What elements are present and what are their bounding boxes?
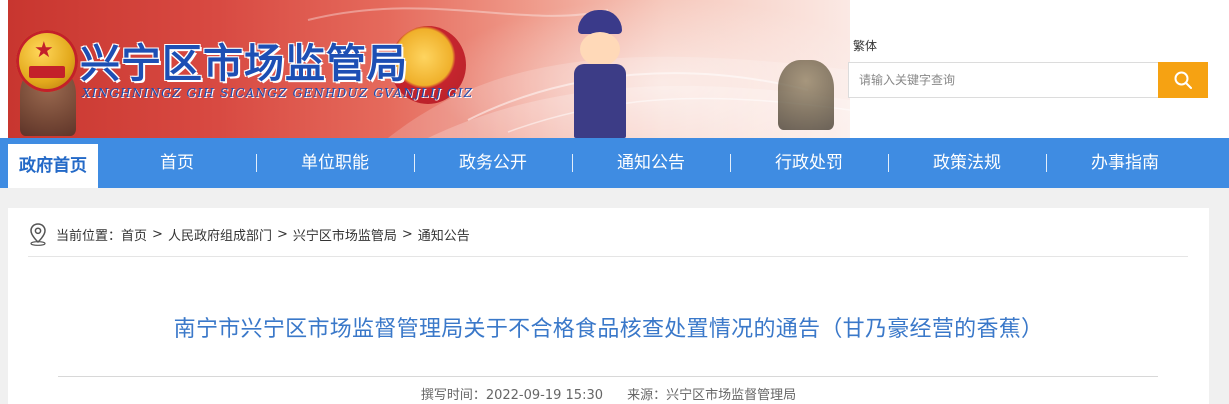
nav-item-penalties[interactable]: 行政处罚: [730, 138, 888, 188]
breadcrumb-separator: >: [401, 226, 413, 242]
breadcrumb-separator: >: [276, 226, 288, 242]
site-title-pinyin: XINGHNINGZ GIH SICANGZ GENHDUZ GVANJLIJ …: [82, 86, 474, 100]
breadcrumb-label: 当前位置：: [56, 228, 122, 244]
mascot-face: [580, 32, 620, 66]
breadcrumb: 当前位置： 首页 > 人民政府组成部门 > 兴宁区市场监管局 > 通知公告: [28, 222, 470, 246]
emblem-gate-shape: [29, 66, 65, 78]
search-button[interactable]: [1158, 62, 1208, 98]
article-source: 来源：兴宁区市场监督管理局: [627, 388, 796, 403]
mascot-body: [574, 64, 626, 138]
nav-item-policies[interactable]: 政策法规: [888, 138, 1046, 188]
nav-item-unit-functions[interactable]: 单位职能: [256, 138, 414, 188]
stone-lion-right-image: [778, 60, 834, 130]
emblem-star-icon: ★: [34, 38, 54, 63]
traditional-chinese-link[interactable]: 繁体: [853, 37, 877, 54]
article-time: 撰写时间：2022-09-19 15:30: [421, 388, 603, 403]
site-header: ★ 兴宁区市场监管局 XINGHNINGZ GIH SICANGZ GENHDU…: [0, 0, 1229, 138]
article-time-label: 撰写时间：: [420, 388, 486, 403]
title-divider: [58, 376, 1158, 377]
article-source-value: 兴宁区市场监督管理局: [666, 388, 797, 403]
location-pin-icon: [30, 223, 46, 246]
breadcrumb-market-bureau-link[interactable]: 兴宁区市场监管局: [293, 225, 397, 244]
breadcrumb-home-link[interactable]: 首页: [121, 225, 147, 244]
national-emblem-icon: ★: [16, 30, 78, 92]
article-panel: 当前位置： 首页 > 人民政府组成部门 > 兴宁区市场监管局 > 通知公告 南宁…: [8, 208, 1209, 404]
officer-mascot-image: [568, 10, 630, 138]
header-banner: ★ 兴宁区市场监管局 XINGHNINGZ GIH SICANGZ GENHDU…: [8, 0, 850, 138]
breadcrumb-separator: >: [152, 226, 163, 242]
nav-item-notices[interactable]: 通知公告: [572, 138, 730, 188]
nav-item-service-guide[interactable]: 办事指南: [1046, 138, 1204, 188]
article-source-label: 来源：: [627, 388, 667, 403]
article-title: 南宁市兴宁区市场监督管理局关于不合格食品核查处置情况的通告（甘乃豪经营的香蕉）: [173, 317, 1044, 342]
article-time-value: 2022-09-19 15:30: [485, 388, 603, 403]
search-icon: [1174, 71, 1192, 89]
breadcrumb-divider: [28, 256, 1188, 257]
site-title: 兴宁区市场监管局: [80, 40, 408, 87]
breadcrumb-notices-link[interactable]: 通知公告: [418, 225, 470, 244]
nav-item-home[interactable]: 首页: [98, 138, 256, 188]
mascot-cap: [578, 10, 622, 34]
breadcrumb-gov-departments-link[interactable]: 人民政府组成部门: [168, 225, 272, 244]
search-input[interactable]: [848, 62, 1160, 98]
nav-tab-gov-home-label: 政府首页: [19, 156, 87, 176]
nav-tab-gov-home[interactable]: 政府首页: [8, 141, 98, 188]
article-meta: 撰写时间：2022-09-19 15:30 来源：兴宁区市场监督管理局: [8, 384, 1209, 403]
nav-item-gov-affairs[interactable]: 政务公开: [414, 138, 572, 188]
